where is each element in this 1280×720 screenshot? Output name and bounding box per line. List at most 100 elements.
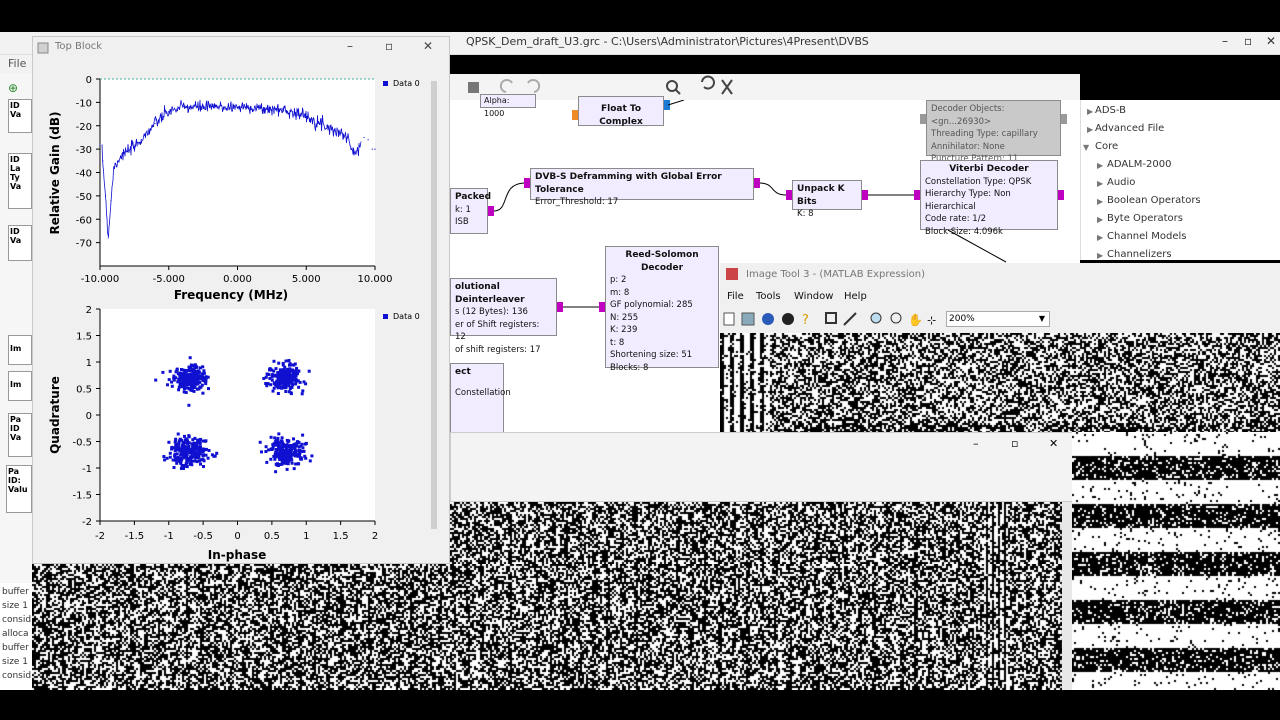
tree-item-audio[interactable]: Audio <box>1107 177 1135 188</box>
tree-item-adalm-2000[interactable]: ADALM-2000 <box>1107 159 1171 170</box>
tree-arrow[interactable]: ▶ <box>1097 251 1103 260</box>
constellation-point <box>177 385 181 389</box>
image-display-strip <box>1072 432 1280 690</box>
constellation-point <box>174 446 178 450</box>
left-block[interactable]: Im <box>8 335 32 365</box>
vertical-scrollbar[interactable] <box>1062 502 1072 690</box>
constellation-point <box>269 435 273 439</box>
constellation-point <box>285 438 289 442</box>
x-tick-label: 0.5 <box>264 531 280 542</box>
constellation-point <box>258 440 262 444</box>
data-point <box>195 106 197 108</box>
tree-arrow[interactable]: ▶ <box>1087 107 1093 116</box>
tree-arrow[interactable]: ▶ <box>1097 215 1103 224</box>
constellation-point <box>308 459 312 463</box>
menu-file[interactable]: File <box>727 291 744 302</box>
constellation-point <box>161 370 165 374</box>
minimize-button[interactable]: – <box>347 39 353 53</box>
console-line: size 1 <box>2 601 29 611</box>
data-point <box>168 111 170 113</box>
close-button[interactable]: ✕ <box>1049 437 1058 450</box>
left-block[interactable]: ID Va <box>8 225 32 261</box>
left-block[interactable]: Pa ID: Valu <box>6 465 32 513</box>
constellation-point <box>174 370 178 374</box>
left-param: Pa <box>8 467 20 476</box>
zoom-value: 200% <box>949 314 975 324</box>
data-point <box>133 146 135 148</box>
data-point <box>319 122 321 125</box>
constellation-point <box>184 391 188 394</box>
tree-item-ads-b[interactable]: ADS-B <box>1095 105 1126 116</box>
tree-item-advanced-file[interactable]: Advanced File <box>1095 123 1164 134</box>
tree-item-byte-operators[interactable]: Byte Operators <box>1107 213 1183 224</box>
minimize-button[interactable]: – <box>1222 34 1228 48</box>
tree-arrow[interactable]: ▶ <box>1097 233 1103 242</box>
tree-arrow[interactable]: ▶ <box>1097 197 1103 206</box>
tree-arrow[interactable]: ▶ <box>1097 161 1103 170</box>
constellation-point <box>276 386 280 390</box>
tree-item-core[interactable]: Core <box>1095 141 1118 152</box>
menu-help[interactable]: Help <box>844 291 867 302</box>
vertical-scrollbar[interactable] <box>431 81 437 529</box>
left-param: ID <box>10 227 20 236</box>
constellation-point <box>190 463 194 467</box>
constellation-point <box>290 386 294 389</box>
tree-item-channelizers[interactable]: Channelizers <box>1107 249 1172 260</box>
constellation-point <box>188 356 192 360</box>
left-param: Va <box>10 236 22 245</box>
constellation-point <box>281 454 284 458</box>
close-button[interactable]: ✕ <box>423 39 433 53</box>
maximize-button[interactable]: ▫ <box>1011 437 1018 450</box>
constellation-point <box>210 453 214 457</box>
constellation-point <box>204 375 208 379</box>
image-tool-title: Image Tool 3 - (MATLAB Expression) <box>746 269 925 280</box>
data-point <box>291 111 294 113</box>
left-block[interactable]: ID Va <box>8 99 32 133</box>
left-param: ID <box>10 424 20 433</box>
image-display[interactable] <box>720 333 1280 433</box>
chevron-down-icon: ▼ <box>1038 314 1045 323</box>
tree-item-channel-models[interactable]: Channel Models <box>1107 231 1186 242</box>
tree-arrow[interactable]: ▼ <box>1083 143 1089 152</box>
left-param: Ty <box>10 173 20 182</box>
minimize-button[interactable]: – <box>973 437 979 450</box>
image-tool-toolbar: ? ✋ ⊹ <box>723 312 936 328</box>
constellation-point <box>274 470 278 474</box>
menu-window[interactable]: Window <box>794 291 833 302</box>
constellation-point <box>287 384 291 388</box>
grc-window-title: QPSK_Dem_draft_U3.grc - C:\Users\Adminis… <box>466 35 869 48</box>
left-block[interactable]: Pa ID Va <box>8 413 32 457</box>
zoom-dropdown[interactable]: 200% ▼ <box>946 311 1050 327</box>
bottom-letterbox <box>0 690 1280 720</box>
constellation-point <box>300 442 304 446</box>
data-point <box>333 129 335 132</box>
tree-item-boolean-operators[interactable]: Boolean Operators <box>1107 195 1201 206</box>
constellation-point <box>268 368 272 371</box>
tree-arrow[interactable]: ▶ <box>1087 125 1093 134</box>
constellation-point <box>203 439 207 443</box>
maximize-button[interactable]: ▫ <box>385 39 393 53</box>
constellation-point <box>188 387 192 391</box>
constellation-point <box>294 374 298 378</box>
constellation-point <box>268 376 272 380</box>
y-tick-label: -30 <box>76 145 92 156</box>
y-tick-label: -70 <box>76 239 92 250</box>
left-param: ID <box>10 101 20 110</box>
frequency-plot: 0 -10 -20 -30 -40 -50 -60 -70 -10.000 -5.000 0.000… <box>48 75 420 302</box>
constellation-point <box>276 436 280 440</box>
add-block-icon[interactable]: ⊕ <box>8 81 18 95</box>
tree-arrow[interactable]: ▶ <box>1097 179 1103 188</box>
app-icon <box>37 42 49 54</box>
left-block[interactable]: Im <box>8 371 32 401</box>
pan-icon: ✋ <box>908 313 923 327</box>
constellation-point <box>188 379 192 382</box>
data-point <box>113 167 115 169</box>
menu-tools[interactable]: Tools <box>756 291 781 302</box>
left-block[interactable]: ID La Ty Va <box>8 153 32 209</box>
maximize-button[interactable]: ▫ <box>1244 34 1252 48</box>
constellation-point <box>294 453 298 457</box>
constellation-point <box>277 445 280 449</box>
menu-file[interactable]: File <box>8 57 26 70</box>
constellation-point <box>184 447 188 451</box>
close-button[interactable]: ✕ <box>1266 34 1276 48</box>
